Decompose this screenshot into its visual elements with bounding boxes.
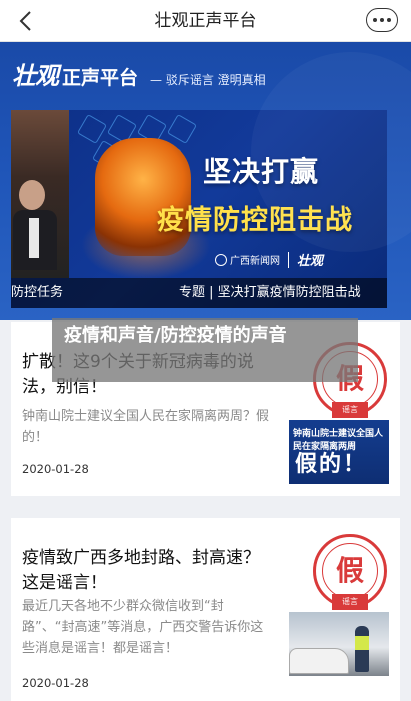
more-button[interactable] xyxy=(366,8,398,32)
car-icon xyxy=(289,648,349,674)
article-card[interactable]: 疫情致广西多地封路、封高速？这是谣言！ 最近几天各地不少群众微信收到“封路”、“… xyxy=(11,518,400,701)
page-title: 壮观正声平台 xyxy=(154,11,257,31)
rumor-tag: 谣言 xyxy=(332,402,368,418)
banner-source-logos: 广西新闻网 壮观 xyxy=(215,250,323,269)
banner-headline-2: 疫情防控阻击战 xyxy=(157,205,353,236)
section-title: 疫情和声音/防控疫情的声音 xyxy=(52,318,358,382)
article-title: 疫情致广西多地封路、封高速？这是谣言！ xyxy=(22,548,260,593)
top-nav-bar: 壮观正声平台 xyxy=(0,0,411,42)
brand-name: 正声平台 xyxy=(62,67,139,89)
article-summary: 钟南山院士建议全国人民在家隔离两周？假的！ xyxy=(22,409,270,445)
rumor-tag: 谣言 xyxy=(332,594,368,610)
platform-brand: 壮观 正声平台 — 驳斥谣言 澄明真相 xyxy=(12,56,266,91)
more-dots-icon xyxy=(373,18,377,22)
banner-headline-1: 坚决打赢 xyxy=(203,155,320,188)
article-date: 2020-01-28 xyxy=(22,462,89,476)
article-date: 2020-01-28 xyxy=(22,676,89,690)
meeting-photo xyxy=(11,110,69,278)
banner-caption: 防控任务 专题 | 坚决打赢疫情防控阻击战 xyxy=(11,278,387,308)
fist-icon xyxy=(95,138,191,256)
thumbnail-verdict: 假的！ xyxy=(295,452,368,477)
brand-slogan: — 驳斥谣言 澄明真相 xyxy=(150,73,266,87)
platform-header: 壮观 正声平台 — 驳斥谣言 澄明真相 坚决打赢 疫情防控阻击战 广西新闻网 壮… xyxy=(0,42,411,320)
brand-logo: 壮观 xyxy=(12,61,59,90)
article-thumbnail: 钟南山院士建议全国人民在家隔离两周 假的！ xyxy=(289,420,389,484)
feature-banner[interactable]: 坚决打赢 疫情防控阻击战 广西新闻网 壮观 防控任务 专题 | 坚决打赢疫情防控… xyxy=(11,110,387,308)
globe-icon xyxy=(215,253,227,266)
banner-caption-left: 防控任务 xyxy=(11,285,64,300)
zhuangguan-logo: 壮观 xyxy=(297,254,324,269)
banner-caption-right: 专题 | 坚决打赢疫情防控阻击战 xyxy=(179,285,361,300)
article-thumbnail xyxy=(289,612,389,676)
gxnews-logo: 广西新闻网 xyxy=(215,252,280,267)
article-summary: 最近几天各地不少群众微信收到“封路”、“封高速”等消息，广西交警告诉你这些消息是… xyxy=(22,599,264,656)
